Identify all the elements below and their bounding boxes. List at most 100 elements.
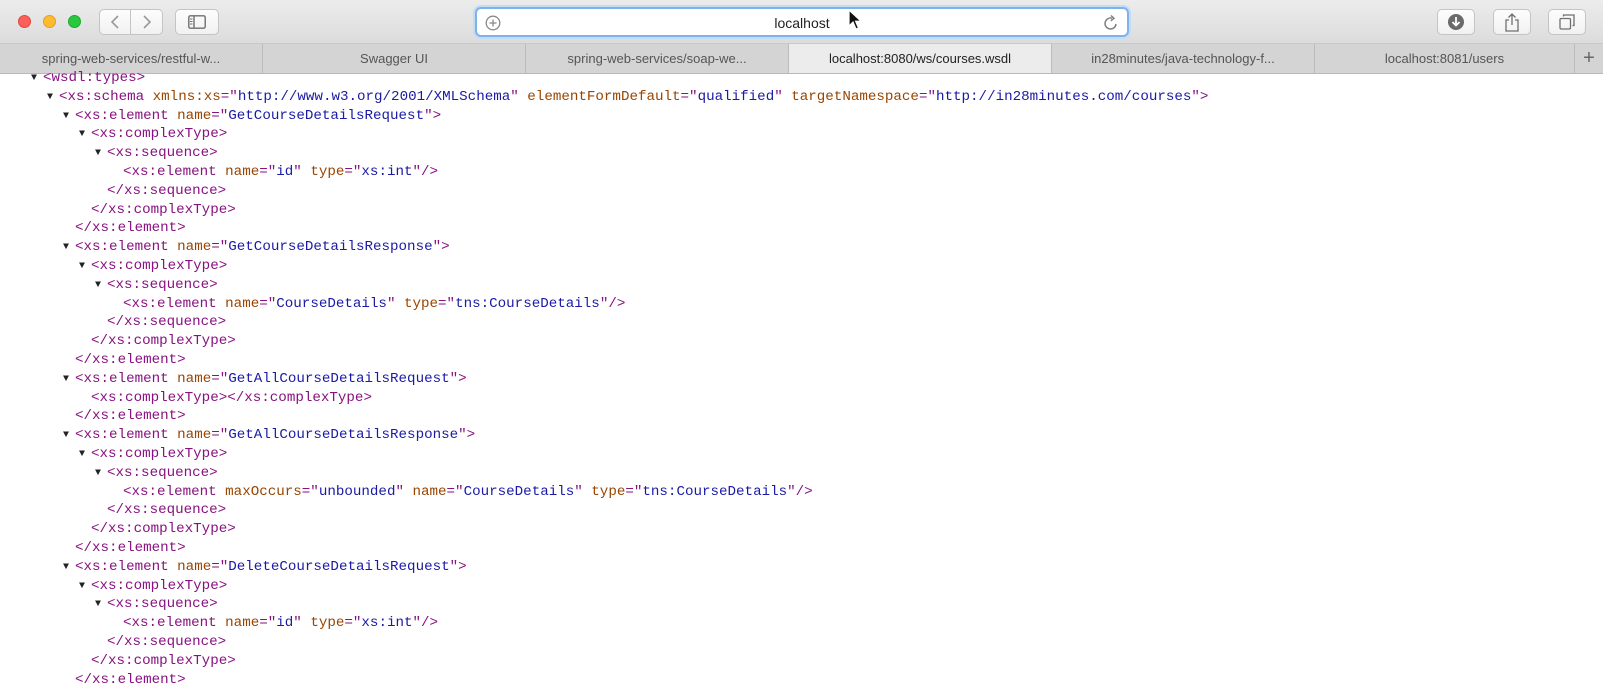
xml-line-content: <xs:element name="GetCourseDetailsReques… bbox=[75, 107, 441, 126]
xml-line-content: <xs:element name="DeleteCourseDetailsReq… bbox=[75, 558, 467, 577]
xml-line: ▼ <xs:element name="GetCourseDetailsRespo… bbox=[0, 238, 1603, 257]
xml-tag-text: </xs:complexType> bbox=[91, 521, 236, 538]
xml-line: </xs:complexType> bbox=[0, 332, 1603, 351]
xml-attribute-name: type bbox=[403, 295, 439, 312]
xml-line: ▼ <wsdl:types> bbox=[0, 69, 1603, 88]
xml-tag-text: " bbox=[293, 163, 311, 180]
xml-tag-text: =" bbox=[259, 163, 277, 180]
xml-tag-text: <wsdl:types> bbox=[43, 70, 146, 86]
xml-tag-text: =" bbox=[438, 295, 456, 312]
xml-line-content: <xs:element name="GetCourseDetailsRespon… bbox=[75, 238, 450, 257]
xml-tag-text: "/> bbox=[599, 295, 626, 312]
xml-tag-text: <xs:schema bbox=[59, 88, 153, 105]
xml-line-content: </xs:complexType> bbox=[91, 332, 236, 351]
xml-tag-text: </xs:complexType> bbox=[91, 652, 236, 669]
xml-attribute-value: CourseDetails bbox=[276, 295, 387, 312]
collapse-toggle-icon[interactable]: ▼ bbox=[63, 427, 69, 446]
collapse-toggle-icon[interactable]: ▼ bbox=[63, 108, 69, 127]
collapse-toggle-icon[interactable]: ▼ bbox=[79, 126, 85, 145]
xml-line: <xs:element maxOccurs="unbounded" name="… bbox=[0, 483, 1603, 502]
xml-line: ▼ <xs:element name="GetAllCourseDetailsRe… bbox=[0, 370, 1603, 389]
xml-tag-text: </xs:complexType> bbox=[91, 333, 236, 350]
collapse-toggle-icon[interactable]: ▼ bbox=[47, 89, 53, 108]
xml-attribute-value: tns:CourseDetails bbox=[455, 295, 600, 312]
xml-attribute-name: name bbox=[225, 295, 260, 312]
xml-tag-text: "> bbox=[1191, 88, 1209, 105]
back-button[interactable] bbox=[99, 9, 131, 35]
mouse-pointer-icon bbox=[848, 8, 863, 36]
sidebar-toggle-button[interactable] bbox=[175, 9, 219, 35]
address-bar[interactable]: localhost bbox=[475, 7, 1129, 37]
collapse-toggle-icon[interactable]: ▼ bbox=[79, 578, 85, 597]
xml-line-content: <xs:sequence> bbox=[107, 464, 218, 483]
xml-line-content: <xs:sequence> bbox=[107, 595, 218, 614]
collapse-toggle-icon[interactable]: ▼ bbox=[63, 239, 69, 258]
xml-tag-text: =" bbox=[211, 427, 229, 444]
address-text: localhost bbox=[774, 15, 830, 31]
xml-attribute-name: type bbox=[310, 163, 345, 180]
xml-line: </xs:complexType> bbox=[0, 520, 1603, 539]
xml-line-content: <xs:element name="CourseDetails" type="t… bbox=[123, 295, 625, 314]
collapse-toggle-icon[interactable]: ▼ bbox=[31, 70, 37, 89]
xml-attribute-name: name bbox=[177, 239, 212, 256]
collapse-toggle-icon[interactable]: ▼ bbox=[79, 446, 85, 465]
collapse-toggle-icon[interactable]: ▼ bbox=[95, 145, 101, 164]
forward-button[interactable] bbox=[131, 9, 163, 35]
xml-attribute-value: http://in28minutes.com/courses bbox=[935, 88, 1192, 105]
xml-line: </xs:complexType> bbox=[0, 201, 1603, 220]
share-icon bbox=[1505, 12, 1519, 32]
collapse-toggle-icon[interactable]: ▼ bbox=[63, 559, 69, 578]
downloads-button[interactable] bbox=[1437, 9, 1475, 35]
xml-line-content: </xs:element> bbox=[75, 539, 186, 558]
xml-attribute-name: elementFormDefault bbox=[527, 88, 681, 105]
xml-attribute-value: id bbox=[276, 163, 294, 180]
xml-attribute-value: tns:CourseDetails bbox=[642, 483, 788, 500]
xml-tag-text: "> bbox=[449, 370, 467, 387]
xml-attribute-name: name bbox=[225, 163, 260, 180]
xml-line-content: </xs:sequence> bbox=[107, 313, 226, 332]
xml-line-content: <xs:sequence> bbox=[107, 276, 218, 295]
xml-tag-text: =" bbox=[301, 483, 319, 500]
xml-line: </xs:element> bbox=[0, 539, 1603, 558]
xml-line-content: <xs:complexType> bbox=[91, 577, 227, 596]
xml-line: ▼ <xs:sequence> bbox=[0, 464, 1603, 483]
xml-tag-text: <xs:element bbox=[123, 483, 226, 500]
navigation-buttons bbox=[99, 9, 163, 35]
minimize-window-button[interactable] bbox=[43, 15, 56, 28]
close-window-button[interactable] bbox=[18, 15, 31, 28]
xml-line-content: <xs:sequence> bbox=[107, 144, 218, 163]
xml-attribute-name: name bbox=[225, 615, 260, 632]
zoom-window-button[interactable] bbox=[68, 15, 81, 28]
xml-tag-text: </xs:element> bbox=[75, 220, 186, 237]
xml-tag-text: "> bbox=[458, 427, 476, 444]
xml-line: ▼ <xs:element name="DeleteCourseDetailsRe… bbox=[0, 558, 1603, 577]
xml-attribute-name: name bbox=[177, 107, 212, 124]
xml-line-content: <xs:element maxOccurs="unbounded" name="… bbox=[123, 483, 813, 502]
xml-tag-text: <xs:sequence> bbox=[107, 596, 218, 613]
collapse-toggle-icon[interactable]: ▼ bbox=[95, 596, 101, 615]
xml-attribute-value: xs:int bbox=[361, 615, 413, 632]
xml-line: ▼ <xs:complexType> bbox=[0, 577, 1603, 596]
xml-tag-text: <xs:element bbox=[123, 615, 226, 632]
xml-attribute-value: DeleteCourseDetailsRequest bbox=[228, 558, 450, 575]
collapse-toggle-icon[interactable]: ▼ bbox=[95, 277, 101, 296]
collapse-toggle-icon[interactable]: ▼ bbox=[95, 465, 101, 484]
xml-tag-text: " bbox=[510, 88, 528, 105]
xml-tag-text: " bbox=[574, 483, 592, 500]
xml-line-content: </xs:element> bbox=[75, 407, 186, 426]
xml-tag-text: =" bbox=[344, 163, 362, 180]
collapse-toggle-icon[interactable]: ▼ bbox=[63, 371, 69, 390]
share-button[interactable] bbox=[1493, 9, 1531, 35]
xml-tag-text: <xs:sequence> bbox=[107, 276, 218, 293]
xml-attribute-value: xs:int bbox=[361, 163, 413, 180]
reload-icon[interactable] bbox=[1103, 14, 1119, 37]
xml-tag-text: <xs:element bbox=[75, 370, 178, 387]
collapse-toggle-icon[interactable]: ▼ bbox=[79, 258, 85, 277]
tab-overview-button[interactable] bbox=[1548, 9, 1586, 35]
xml-attribute-name: type bbox=[310, 615, 345, 632]
xml-line-content: </xs:sequence> bbox=[107, 633, 226, 652]
xml-line: </xs:sequence> bbox=[0, 313, 1603, 332]
xml-document-view: ▼ <wsdl:types> ▼ <xs:schema xmlns:xs="http:… bbox=[0, 69, 1603, 689]
download-icon bbox=[1448, 14, 1464, 30]
xml-tag-text: <xs:element bbox=[75, 239, 178, 256]
